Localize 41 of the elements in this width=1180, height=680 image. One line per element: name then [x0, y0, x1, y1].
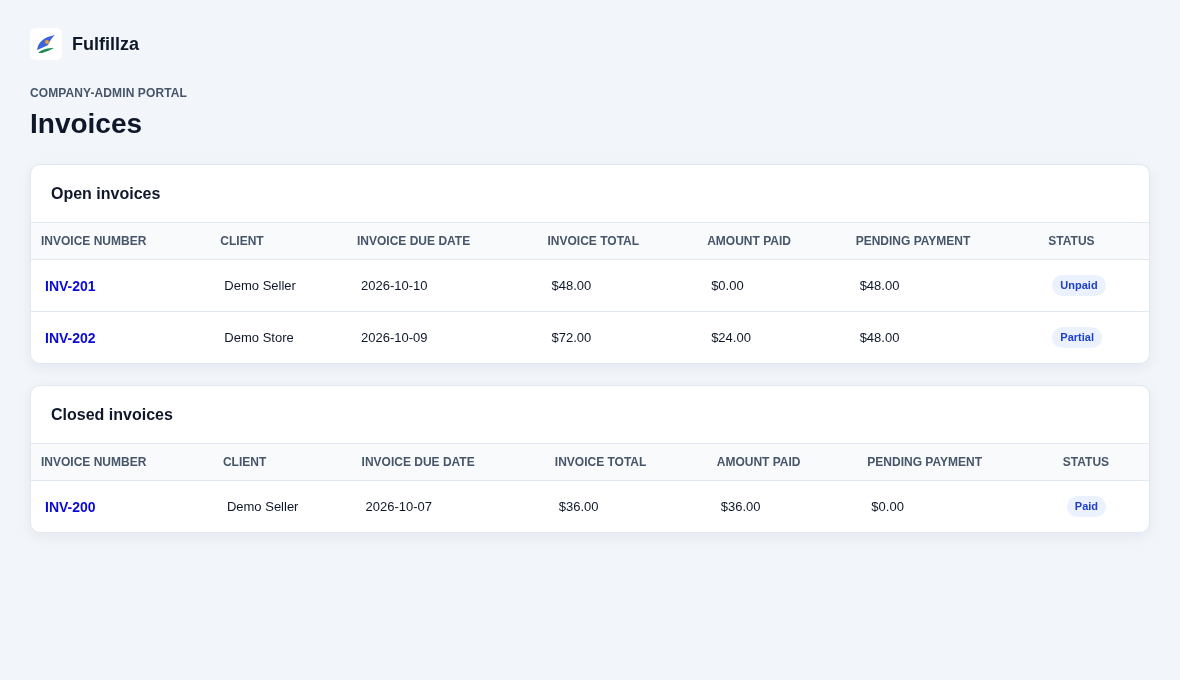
column-header: AMOUNT PAID — [706, 443, 858, 481]
table-cell: Demo Seller — [212, 480, 352, 532]
page-title: Invoices — [30, 107, 143, 141]
column-header: INVOICE DUE DATE — [347, 222, 538, 260]
column-header: CLIENT — [210, 222, 348, 260]
table-cell: Demo Seller — [210, 259, 348, 312]
table-cell: $36.00 — [544, 480, 707, 532]
column-header: INVOICE TOTAL — [537, 222, 698, 260]
status-badge: Paid — [1066, 496, 1107, 517]
table-cell: 2026-10-10 — [347, 259, 538, 312]
table-cell: 2026-10-07 — [351, 480, 545, 532]
table-cell: 2026-10-09 — [347, 311, 538, 363]
status-badge: Partial — [1052, 327, 1102, 348]
column-header: PENDING PAYMENT — [845, 222, 1039, 260]
brand-name: Fulfillza — [72, 33, 139, 55]
column-header: INVOICE DUE DATE — [351, 443, 545, 481]
table-cell: $24.00 — [697, 311, 846, 363]
table-cell: $48.00 — [845, 259, 1039, 312]
portal-label: COMPANY-ADMIN PORTAL — [30, 86, 187, 100]
table-cell: $0.00 — [857, 480, 1053, 532]
column-header: INVOICE TOTAL — [544, 443, 707, 481]
column-header: INVOICE NUMBER — [31, 443, 213, 481]
card-title: Closed invoices — [51, 405, 173, 424]
column-header: INVOICE NUMBER — [31, 222, 211, 260]
column-header: STATUS — [1052, 443, 1149, 481]
table-cell: $48.00 — [537, 259, 698, 312]
table-cell: Demo Store — [210, 311, 348, 363]
card-title: Open invoices — [51, 184, 161, 203]
status-badge: Unpaid — [1052, 275, 1106, 296]
table-cell: $72.00 — [537, 311, 698, 363]
logo-icon — [30, 28, 62, 60]
invoice-link[interactable]: INV-202 — [45, 329, 96, 346]
table-cell: $0.00 — [697, 259, 846, 312]
invoice-link[interactable]: INV-200 — [45, 498, 96, 515]
table-cell: $36.00 — [706, 480, 858, 532]
column-header: STATUS — [1038, 222, 1149, 260]
invoice-link[interactable]: INV-201 — [45, 277, 96, 294]
column-header: CLIENT — [212, 443, 352, 481]
column-header: PENDING PAYMENT — [857, 443, 1053, 481]
column-header: AMOUNT PAID — [697, 222, 846, 260]
table-cell: $48.00 — [845, 311, 1039, 363]
